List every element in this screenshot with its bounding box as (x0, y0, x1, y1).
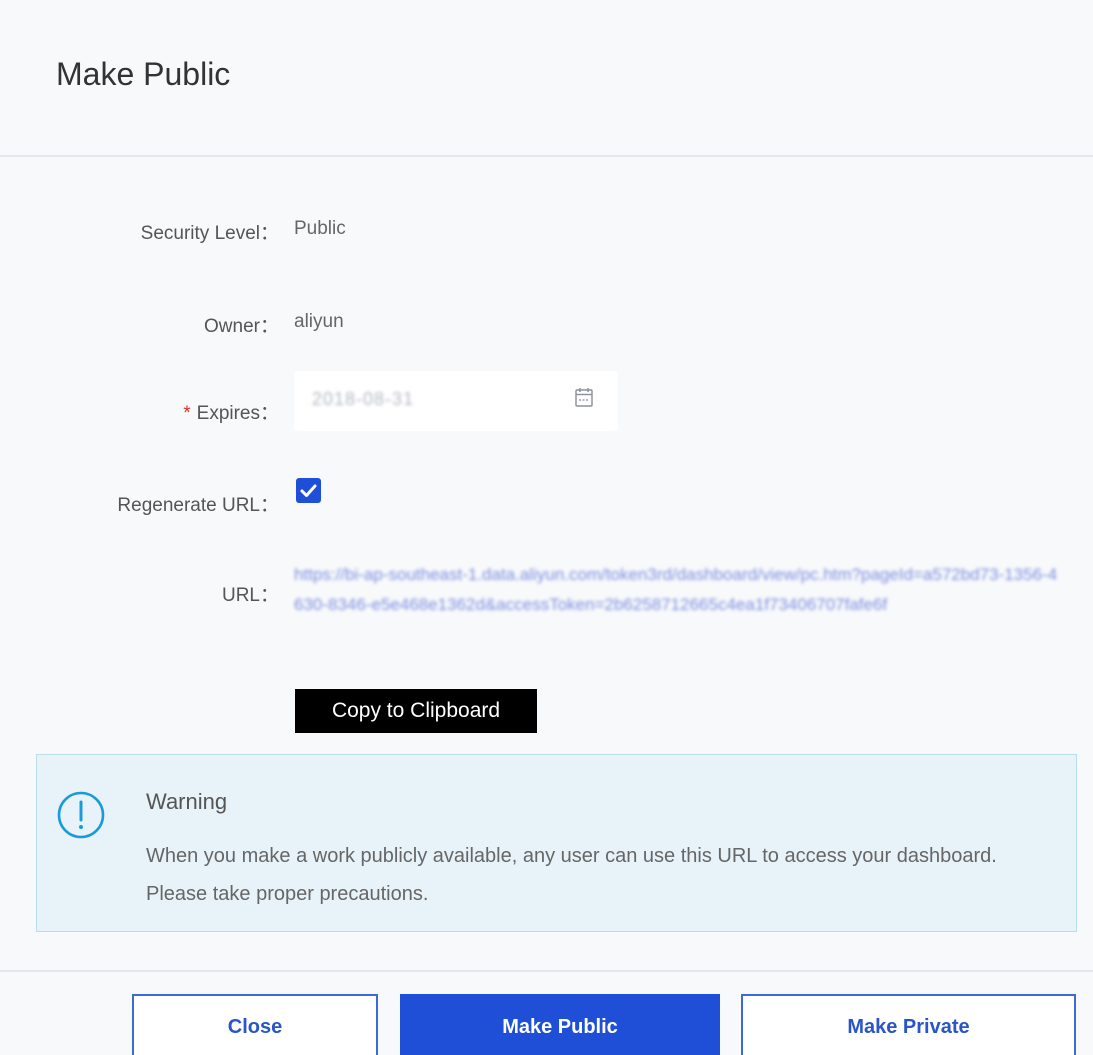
checkmark-icon (300, 484, 317, 497)
security-level-label: Security Level： (140, 223, 279, 244)
expires-label: Expires： (196, 403, 279, 424)
security-level-value: Public (294, 218, 346, 239)
make-private-button[interactable]: Make Private (741, 994, 1076, 1055)
warning-alert: Warning When you make a work publicly av… (36, 754, 1077, 932)
owner-label: Owner： (204, 316, 279, 337)
make-public-dialog: Make Public Security Level： Public Owner… (0, 0, 1093, 1055)
regenerate-url-label: Regenerate URL： (117, 495, 279, 516)
make-public-button[interactable]: Make Public (400, 994, 720, 1055)
expires-label-wrap: * Expires： (183, 398, 279, 425)
exclamation-circle-icon (57, 791, 105, 839)
required-mark: * (183, 403, 191, 424)
dialog-header: Make Public (0, 0, 1093, 157)
public-url-link[interactable]: https://bi-ap-southeast-1.data.aliyun.co… (294, 560, 1064, 620)
warning-message: When you make a work publicly available,… (146, 845, 997, 905)
regenerate-url-checkbox[interactable] (296, 478, 321, 503)
url-label: URL： (221, 585, 279, 606)
expires-date-value: 2018-08-31 (312, 389, 415, 409)
owner-value: aliyun (294, 311, 344, 332)
calendar-icon[interactable] (575, 387, 593, 407)
footer-divider (0, 970, 1093, 972)
copy-to-clipboard-button[interactable]: Copy to Clipboard (295, 689, 537, 733)
close-button[interactable]: Close (132, 994, 378, 1055)
warning-title: Warning (146, 789, 228, 814)
dialog-title: Make Public (56, 56, 231, 92)
expires-date-picker[interactable]: 2018-08-31 (294, 371, 618, 431)
